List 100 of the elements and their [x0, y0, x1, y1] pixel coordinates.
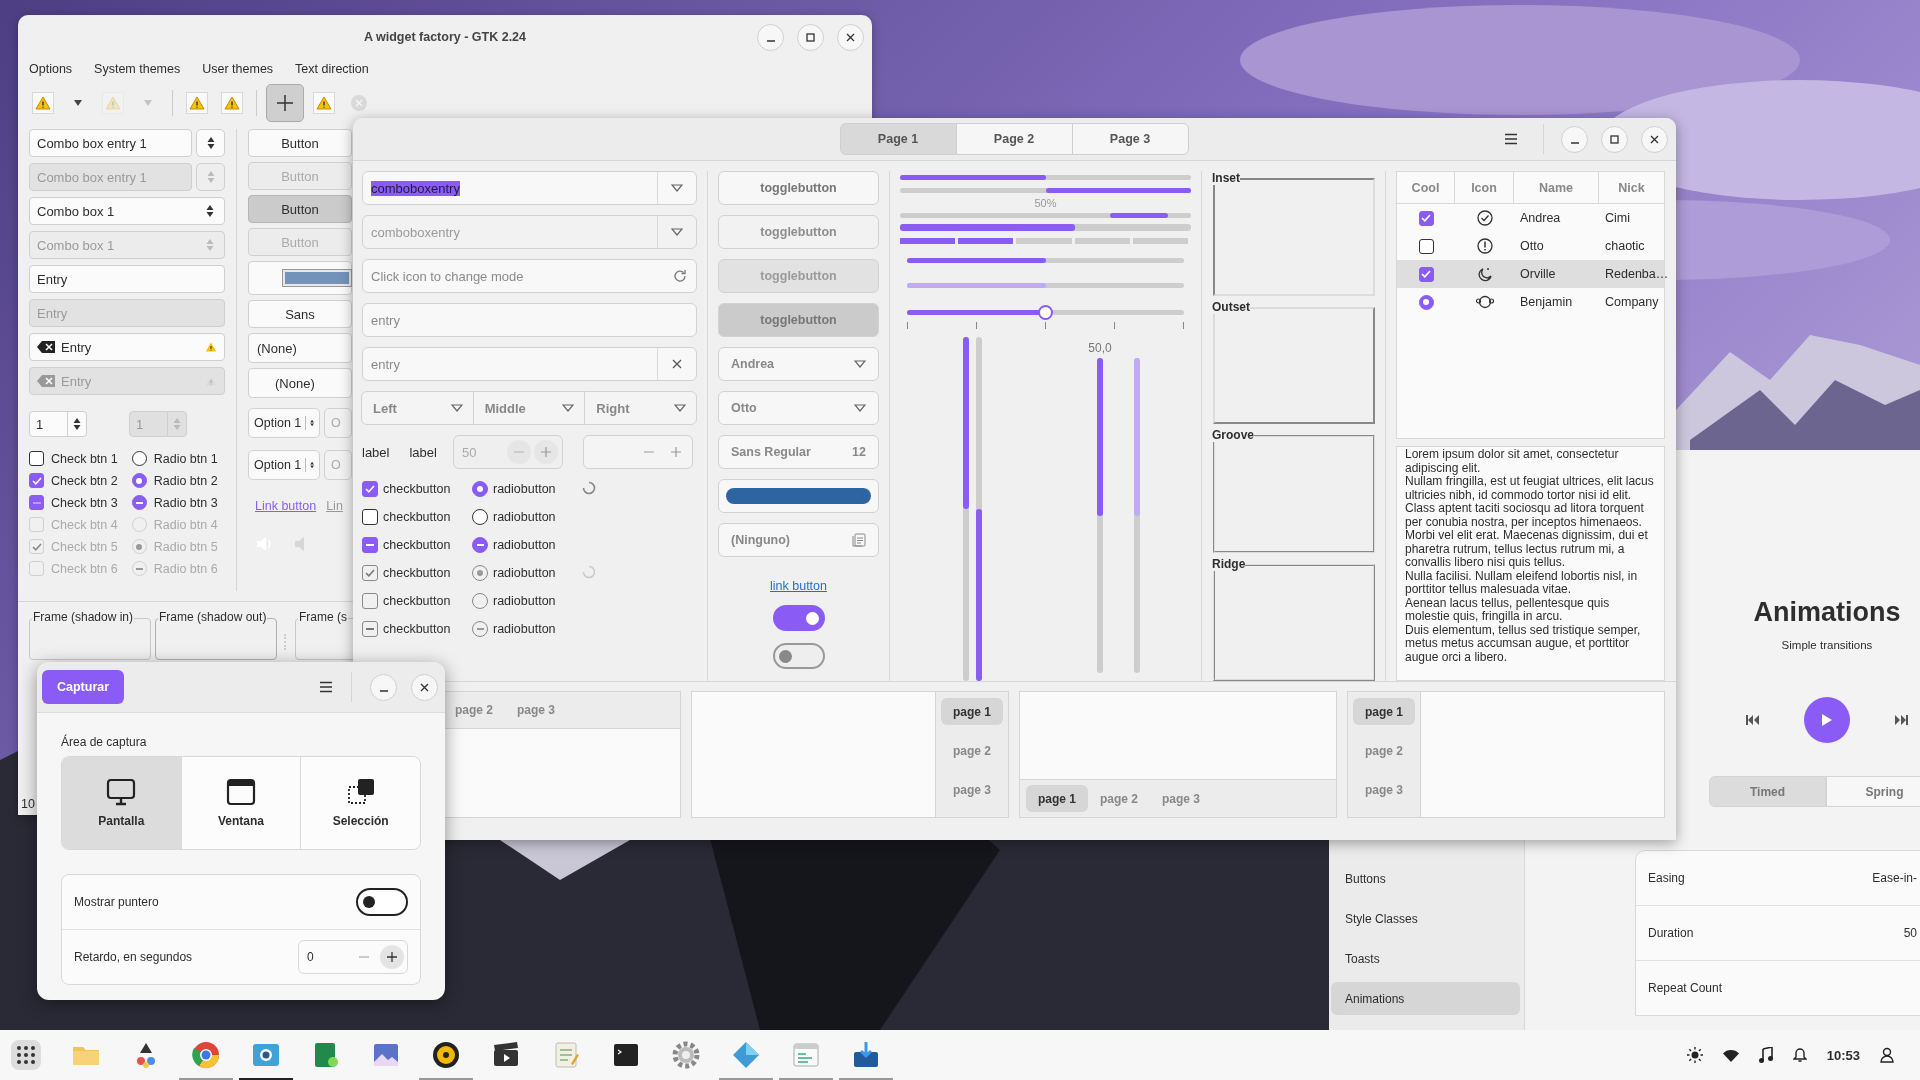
disc-icon[interactable] — [431, 1040, 461, 1070]
file-button[interactable]: (Ninguno) — [718, 523, 879, 557]
minimize-button[interactable] — [1561, 125, 1588, 153]
menu-item[interactable]: User themes — [202, 62, 274, 76]
refresh-icon[interactable] — [672, 268, 688, 284]
app-grid-icon[interactable] — [11, 1040, 41, 1070]
combo-box[interactable]: Combo box 1 — [29, 197, 225, 225]
menu-item[interactable]: Text direction — [295, 62, 369, 76]
warning-icon[interactable] — [313, 92, 335, 114]
tab[interactable]: page 3 — [1353, 776, 1415, 803]
bell-icon[interactable] — [1792, 1047, 1807, 1063]
minimize-button[interactable] — [370, 673, 397, 701]
add-button[interactable] — [266, 84, 304, 122]
switch[interactable] — [772, 643, 825, 669]
toggle-button[interactable]: togglebutton — [718, 171, 879, 205]
radio-button[interactable] — [472, 537, 488, 553]
switch[interactable] — [772, 605, 825, 631]
sidebar-item[interactable]: Toasts — [1331, 942, 1520, 975]
column-header[interactable]: Icon — [1455, 172, 1514, 203]
warning-icon[interactable] — [221, 92, 243, 114]
button[interactable]: Button — [248, 195, 352, 223]
checkbox[interactable] — [362, 509, 378, 525]
text-field[interactable]: entry — [362, 303, 697, 337]
column-header[interactable]: Nick — [1599, 172, 1664, 203]
diamond-icon[interactable] — [731, 1040, 761, 1070]
radio-button[interactable] — [472, 509, 488, 525]
close-button[interactable] — [837, 23, 864, 51]
tab[interactable]: Page 1 — [839, 123, 957, 155]
mode-button[interactable]: Pantalla — [62, 757, 182, 849]
file-button[interactable]: (None) — [248, 368, 352, 398]
text-field[interactable]: entry — [362, 347, 697, 381]
user-icon[interactable] — [1880, 1047, 1894, 1063]
tab[interactable]: Page 2 — [955, 123, 1073, 155]
browser-icon[interactable] — [191, 1040, 221, 1070]
tab[interactable]: Page 3 — [1071, 123, 1189, 155]
spin-button[interactable]: 0 — [298, 940, 408, 974]
menu-icon[interactable] — [319, 681, 333, 693]
switch[interactable] — [356, 888, 408, 916]
text-field[interactable]: Entry — [29, 333, 225, 361]
tab[interactable]: page 2 — [1353, 737, 1415, 764]
tree-row[interactable]: Otto chaotic — [1397, 232, 1664, 260]
tab[interactable]: page 2 — [1088, 785, 1151, 812]
skip-back-icon[interactable] — [1746, 714, 1760, 726]
slider-track[interactable] — [1097, 358, 1103, 673]
capture-button[interactable]: Capturar — [42, 670, 125, 704]
box-icon[interactable] — [851, 1040, 881, 1070]
plus-button[interactable] — [380, 945, 404, 969]
button[interactable]: Button — [248, 129, 352, 157]
combo-box[interactable]: Right — [584, 391, 697, 425]
link[interactable]: link button — [718, 579, 879, 593]
gear-icon[interactable] — [671, 1040, 701, 1070]
tab[interactable]: page 3 — [505, 696, 568, 724]
clear-icon[interactable] — [671, 358, 683, 370]
checkbox[interactable] — [1418, 238, 1434, 254]
slider-thumb[interactable] — [1038, 304, 1053, 320]
color-button[interactable] — [248, 261, 352, 295]
slider-track[interactable] — [976, 337, 982, 681]
checkbox[interactable] — [362, 537, 378, 553]
text-view[interactable] — [1396, 446, 1665, 681]
radio-button[interactable] — [472, 481, 488, 497]
row-value[interactable]: Ease-in- — [1872, 871, 1917, 885]
combo-box[interactable]: Andrea — [718, 347, 879, 381]
tab[interactable]: page 1 — [1353, 698, 1415, 725]
slider-track[interactable] — [907, 257, 1184, 263]
combo-box[interactable]: Otto — [718, 391, 879, 425]
row-value[interactable]: 50 — [1903, 926, 1917, 940]
checkbox[interactable] — [1418, 266, 1434, 282]
file-button[interactable]: (None) — [248, 333, 352, 363]
brightness-icon[interactable] — [1686, 1047, 1703, 1063]
text-field[interactable]: Entry — [29, 265, 225, 293]
checkbox[interactable] — [29, 495, 44, 510]
mode-button[interactable]: Ventana — [181, 757, 302, 849]
mode-button[interactable]: Selección — [301, 757, 420, 849]
radio-button[interactable] — [131, 451, 147, 466]
radio-button[interactable] — [131, 495, 147, 510]
tab[interactable]: page 2 — [443, 696, 505, 724]
menu-item[interactable]: System themes — [94, 62, 181, 76]
slider[interactable] — [907, 304, 1184, 320]
combo-box[interactable]: Left — [361, 391, 474, 425]
tab[interactable]: page 1 — [1026, 785, 1088, 812]
warning-icon[interactable] — [186, 92, 208, 114]
toggle-button[interactable]: togglebutton — [718, 303, 879, 337]
tree-row[interactable]: Benjamin Company — [1397, 288, 1664, 316]
tab[interactable]: page 2 — [941, 737, 1003, 764]
option-menu[interactable]: Option 1 — [248, 408, 320, 438]
color-button[interactable] — [718, 479, 879, 513]
checkbox[interactable] — [1418, 210, 1434, 226]
toggle-button[interactable]: Spring — [1826, 776, 1920, 807]
wifi-icon[interactable] — [1722, 1048, 1739, 1062]
font-button[interactable]: Sans Regular 12 — [718, 435, 879, 469]
menu-item[interactable]: Options — [29, 62, 73, 76]
dropdown-button[interactable] — [196, 129, 225, 157]
tab[interactable]: page 1 — [941, 698, 1003, 725]
sidebar-item[interactable]: Buttons — [1331, 862, 1520, 895]
checkbox[interactable] — [362, 481, 378, 497]
tab[interactable]: page 3 — [1150, 785, 1213, 812]
skip-forward-icon[interactable] — [1894, 714, 1908, 726]
combo-box[interactable]: Middle — [472, 391, 586, 425]
tree-row[interactable]: Andrea Cimi — [1397, 204, 1664, 232]
slider-track[interactable] — [963, 337, 969, 681]
